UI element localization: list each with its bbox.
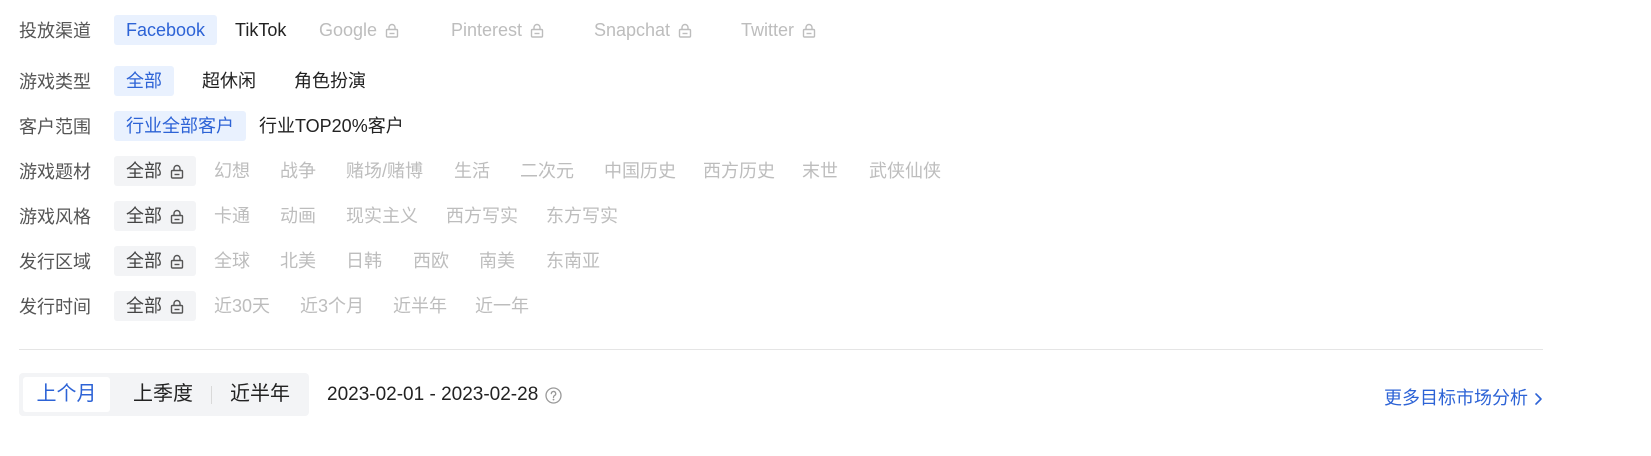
period-separator (211, 386, 212, 404)
period-segmented-control: 上个月 上季度 近半年 (19, 373, 309, 416)
chip-western-realism[interactable]: 西方写实 (434, 201, 530, 231)
chip-wuxia[interactable]: 武侠仙侠 (857, 156, 953, 186)
lock-icon (678, 23, 692, 38)
lock-icon (530, 23, 544, 38)
chip-southeast-asia[interactable]: 东南亚 (534, 246, 612, 276)
help-circle-icon[interactable] (545, 386, 562, 404)
filter-label: 游戏风格 (19, 207, 91, 227)
filter-label: 发行区域 (19, 252, 91, 272)
chip-twitter[interactable]: Twitter (729, 15, 828, 45)
chip-casino[interactable]: 赌场/赌博 (334, 156, 435, 186)
filter-label: 客户范围 (19, 117, 91, 137)
lock-icon (170, 209, 184, 224)
chip-last-half-year[interactable]: 近半年 (381, 291, 459, 321)
chip-all-customers[interactable]: 行业全部客户 (114, 111, 246, 141)
chip-all[interactable]: 全部 (114, 246, 196, 276)
chip-western-history[interactable]: 西方历史 (691, 156, 787, 186)
chip-fantasy[interactable]: 幻想 (202, 156, 262, 186)
chip-hypercasual[interactable]: 超休闲 (190, 66, 268, 96)
chip-facebook[interactable]: Facebook (114, 15, 218, 45)
chip-japan-korea[interactable]: 日韩 (334, 246, 394, 276)
chip-top20-customers[interactable]: 行业TOP20%客户 (247, 111, 416, 141)
period-half-year-button[interactable]: 近半年 (216, 377, 304, 412)
filter-label: 游戏类型 (19, 72, 91, 92)
chip-all[interactable]: 全部 (114, 291, 196, 321)
chip-animation[interactable]: 动画 (268, 201, 328, 231)
chip-north-america[interactable]: 北美 (268, 246, 328, 276)
chip-realism[interactable]: 现实主义 (334, 201, 430, 231)
chip-all[interactable]: 全部 (114, 201, 196, 231)
chip-all[interactable]: 全部 (114, 156, 196, 186)
lock-icon (385, 23, 399, 38)
lock-icon (170, 164, 184, 179)
chevron-right-icon (1534, 390, 1543, 405)
filter-label: 发行时间 (19, 297, 91, 317)
chip-pinterest[interactable]: Pinterest (439, 15, 556, 45)
chip-last-3-months[interactable]: 近3个月 (288, 291, 376, 321)
filter-label: 游戏题材 (19, 162, 91, 182)
chip-all[interactable]: 全部 (114, 66, 174, 96)
chip-google[interactable]: Google (307, 15, 411, 45)
date-range-text: 2023-02-01 - 2023-02-28 (327, 384, 539, 405)
lock-icon (802, 23, 816, 38)
lock-icon (170, 254, 184, 269)
more-market-analysis-link[interactable]: 更多目标市场分析 (1384, 384, 1543, 410)
section-divider (19, 349, 1543, 350)
chip-rpg[interactable]: 角色扮演 (282, 66, 378, 96)
filter-label: 投放渠道 (19, 21, 91, 41)
chip-last-30-days[interactable]: 近30天 (202, 291, 282, 321)
date-range: 2023-02-01 - 2023-02-28 (327, 384, 562, 406)
period-last-month-button[interactable]: 上个月 (23, 377, 110, 412)
chip-eastern-realism[interactable]: 东方写实 (534, 201, 630, 231)
chip-cartoon[interactable]: 卡通 (202, 201, 262, 231)
chip-life[interactable]: 生活 (442, 156, 502, 186)
chip-south-america[interactable]: 南美 (467, 246, 527, 276)
chip-snapchat[interactable]: Snapchat (582, 15, 704, 45)
chip-chinese-history[interactable]: 中国历史 (592, 156, 688, 186)
period-last-quarter-button[interactable]: 上季度 (119, 377, 207, 412)
chip-last-year[interactable]: 近一年 (463, 291, 541, 321)
chip-anime[interactable]: 二次元 (508, 156, 586, 186)
lock-icon (170, 299, 184, 314)
chip-western-europe[interactable]: 西欧 (401, 246, 461, 276)
chip-tiktok[interactable]: TikTok (223, 15, 298, 45)
more-link-label: 更多目标市场分析 (1384, 388, 1528, 408)
chip-apocalypse[interactable]: 末世 (790, 156, 850, 186)
chip-war[interactable]: 战争 (268, 156, 328, 186)
chip-global[interactable]: 全球 (202, 246, 262, 276)
